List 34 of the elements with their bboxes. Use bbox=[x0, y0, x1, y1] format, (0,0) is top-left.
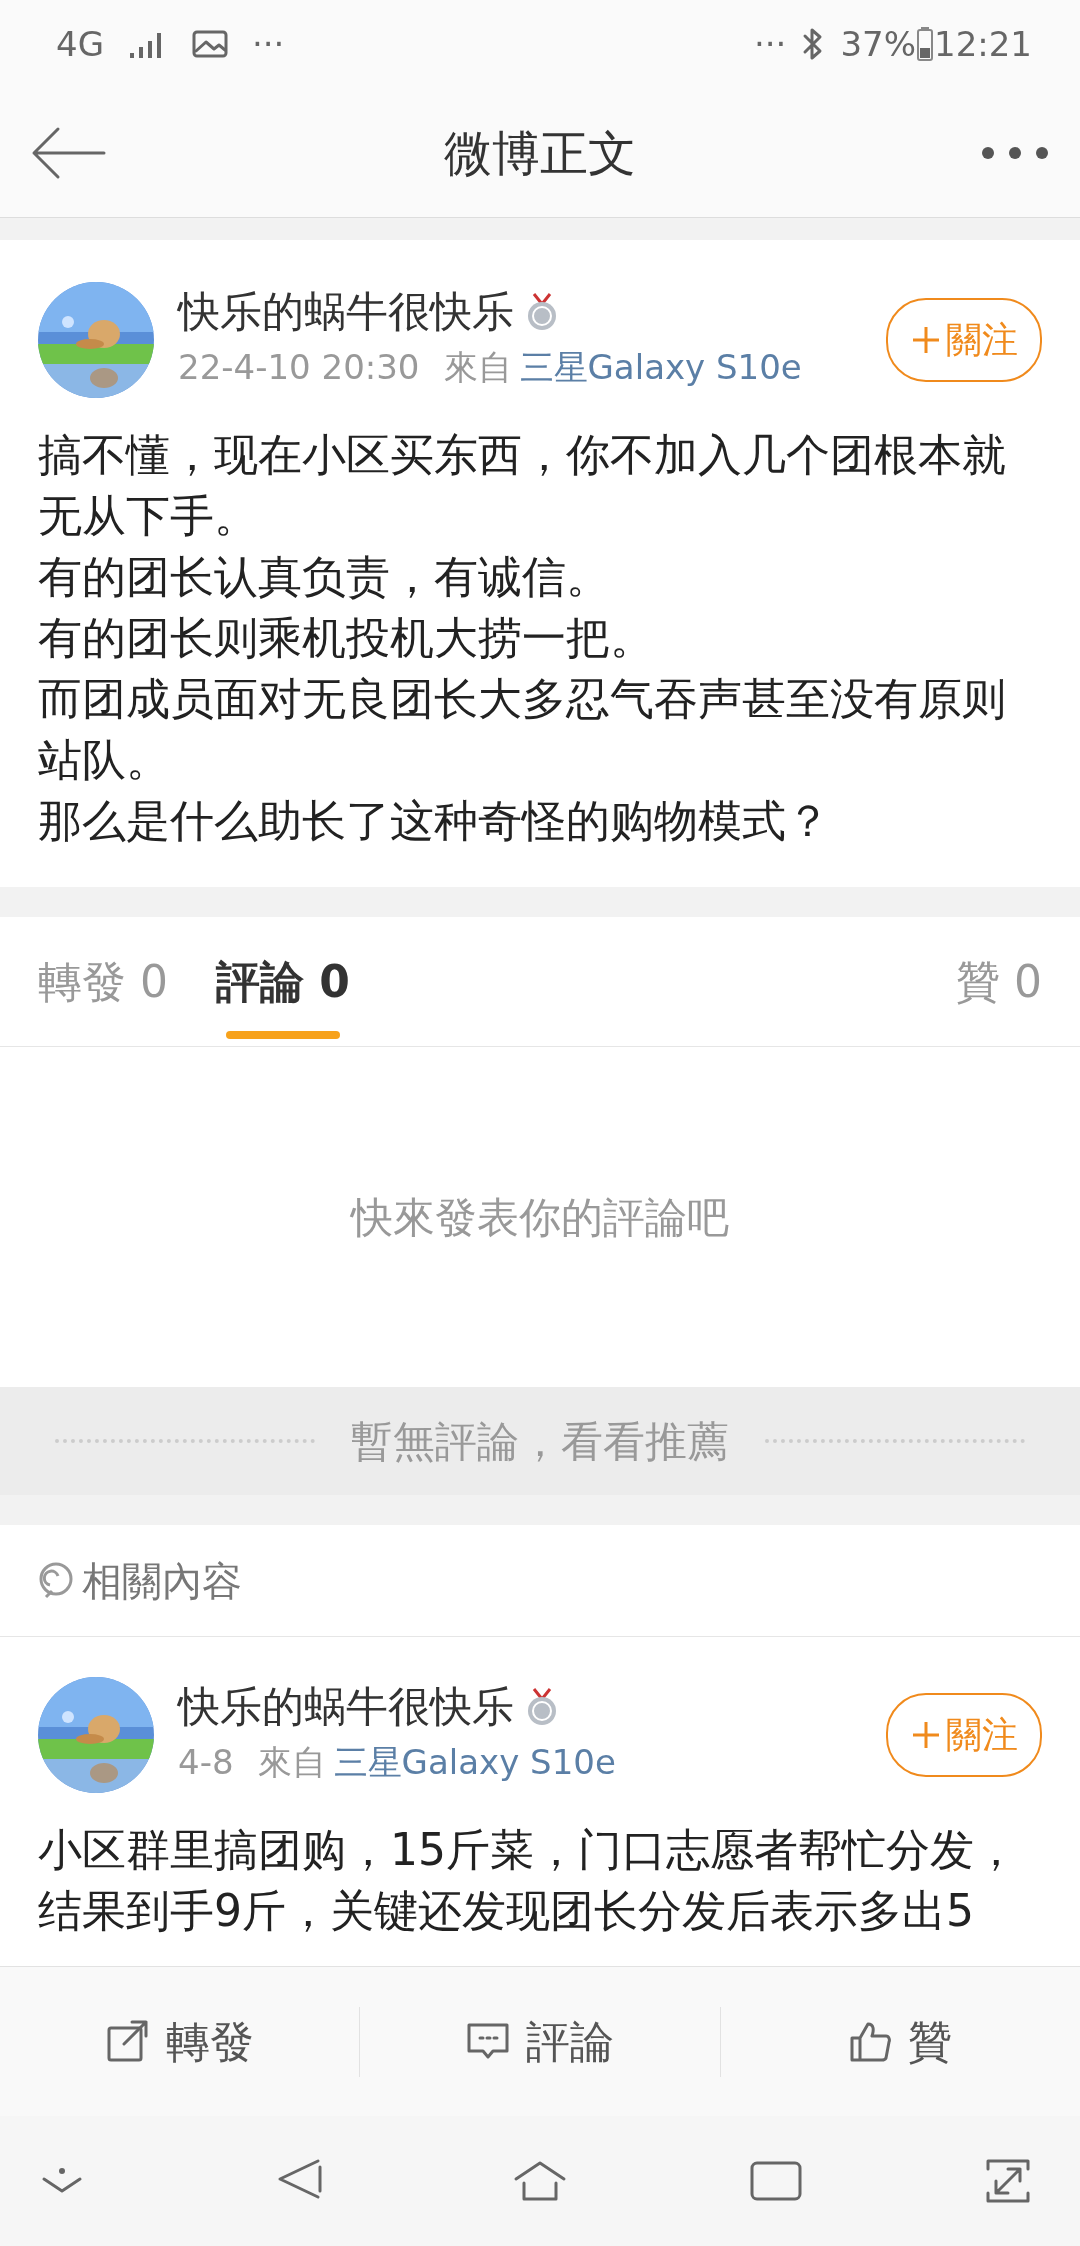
tab[interactable]: 評論 0 bbox=[216, 916, 350, 1047]
plus-icon bbox=[910, 324, 942, 356]
post-date: 22-4-10 20:30 bbox=[178, 345, 420, 389]
empty-message: 快來發表你的評論吧 bbox=[351, 1191, 729, 1244]
share-icon bbox=[105, 2019, 150, 2064]
source-label: 來自 bbox=[257, 1740, 326, 1784]
banner-text: 暫無評論，看看推薦 bbox=[351, 1415, 729, 1468]
post-text: 小区群里搞团购，15斤菜，门口志愿者帮忙分发，结果到手9斤，关键还发现团长分发后表示多出5 bbox=[38, 1823, 1019, 1938]
network-label: 4G bbox=[56, 22, 104, 66]
pin-icon bbox=[38, 1560, 74, 1601]
post-text: 有的团长认真负责，有诚信。 bbox=[38, 550, 611, 604]
section-title: 相關內容 bbox=[82, 1556, 242, 1606]
more-icon: ··· bbox=[252, 18, 285, 70]
post-text: 那么是什么助长了这种奇怪的购物模式？ bbox=[38, 794, 831, 848]
post-text: 有的团长则乘机投机大捞一把。 bbox=[38, 611, 655, 665]
action-button[interactable]: 評論 bbox=[360, 1967, 720, 2116]
battery-icon bbox=[916, 26, 934, 62]
image-icon bbox=[192, 29, 228, 59]
post-text: 而团成员面对无良团长大多忍气吞声甚至没有原则站队。 bbox=[38, 672, 1007, 787]
post-date: 4-8 bbox=[178, 1740, 234, 1784]
plus-icon bbox=[910, 1719, 942, 1751]
action-button[interactable]: 轉發 bbox=[0, 1967, 360, 2116]
more-icon[interactable] bbox=[980, 145, 1050, 161]
source-label: 來自 bbox=[443, 345, 512, 389]
action-button[interactable]: 贊 bbox=[720, 1967, 1080, 2116]
author-name[interactable]: 快乐的蜗牛很快乐 bbox=[178, 287, 514, 338]
source-link[interactable]: 三星Galaxy S10e bbox=[519, 341, 802, 393]
battery-percent: 37% bbox=[840, 22, 916, 66]
more-icon: ··· bbox=[754, 18, 787, 70]
post-text: 搞不懂，现在小区买东西，你不加入几个团根本就无从下手。 bbox=[38, 428, 1007, 543]
source-link[interactable]: 三星Galaxy S10e bbox=[333, 1736, 616, 1788]
page-title: 微博正文 bbox=[444, 123, 636, 183]
clock-time: 12:21 bbox=[934, 22, 1032, 66]
author-name[interactable]: 快乐的蜗牛很快乐 bbox=[178, 1682, 514, 1733]
